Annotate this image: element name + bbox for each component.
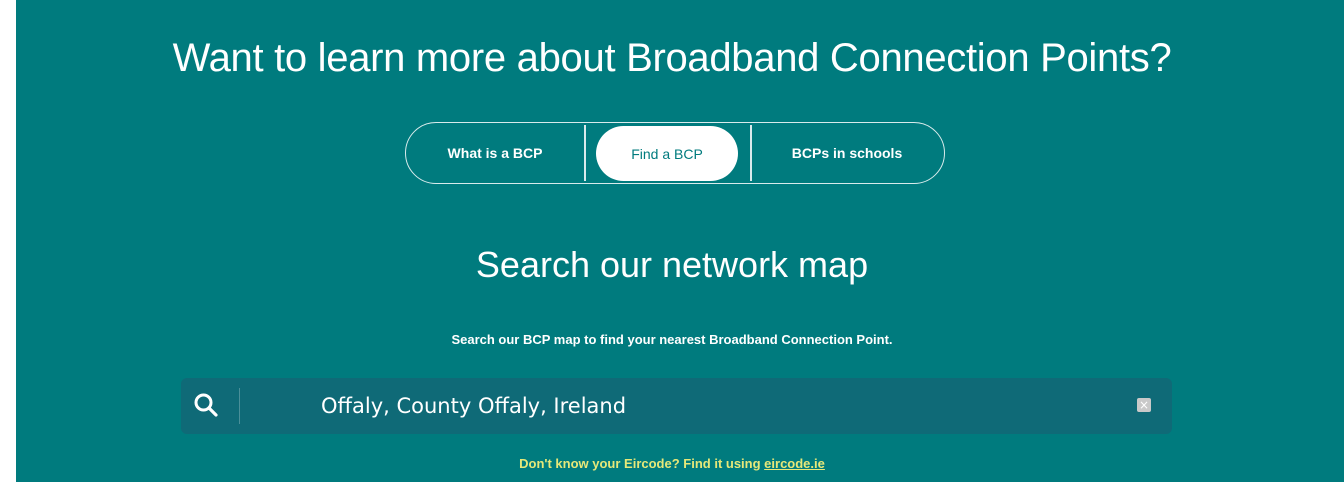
- eircode-hint-text: Don't know your Eircode? Find it using: [519, 456, 765, 471]
- tab-bcps-in-schools[interactable]: BCPs in schools: [750, 123, 944, 182]
- page-title: Want to learn more about Broadband Conne…: [172, 36, 1172, 80]
- search-bar: ×: [181, 378, 1172, 434]
- search-separator: [239, 388, 240, 424]
- tab-what-is-a-bcp[interactable]: What is a BCP: [406, 123, 584, 182]
- section-description: Search our BCP map to find your nearest …: [451, 332, 893, 347]
- tab-find-a-bcp[interactable]: Find a BCP: [596, 126, 738, 181]
- tab-group: What is a BCP Find a BCP BCPs in schools: [405, 122, 945, 184]
- search-input[interactable]: [321, 390, 1101, 422]
- eircode-hint: Don't know your Eircode? Find it using e…: [0, 456, 1344, 471]
- eircode-link[interactable]: eircode.ie: [764, 456, 825, 471]
- clear-button[interactable]: ×: [1137, 398, 1151, 412]
- tab-divider: [584, 125, 586, 181]
- search-icon[interactable]: [193, 392, 219, 418]
- section-title: Search our network map: [475, 244, 869, 285]
- bcp-panel: Want to learn more about Broadband Conne…: [16, 0, 1344, 482]
